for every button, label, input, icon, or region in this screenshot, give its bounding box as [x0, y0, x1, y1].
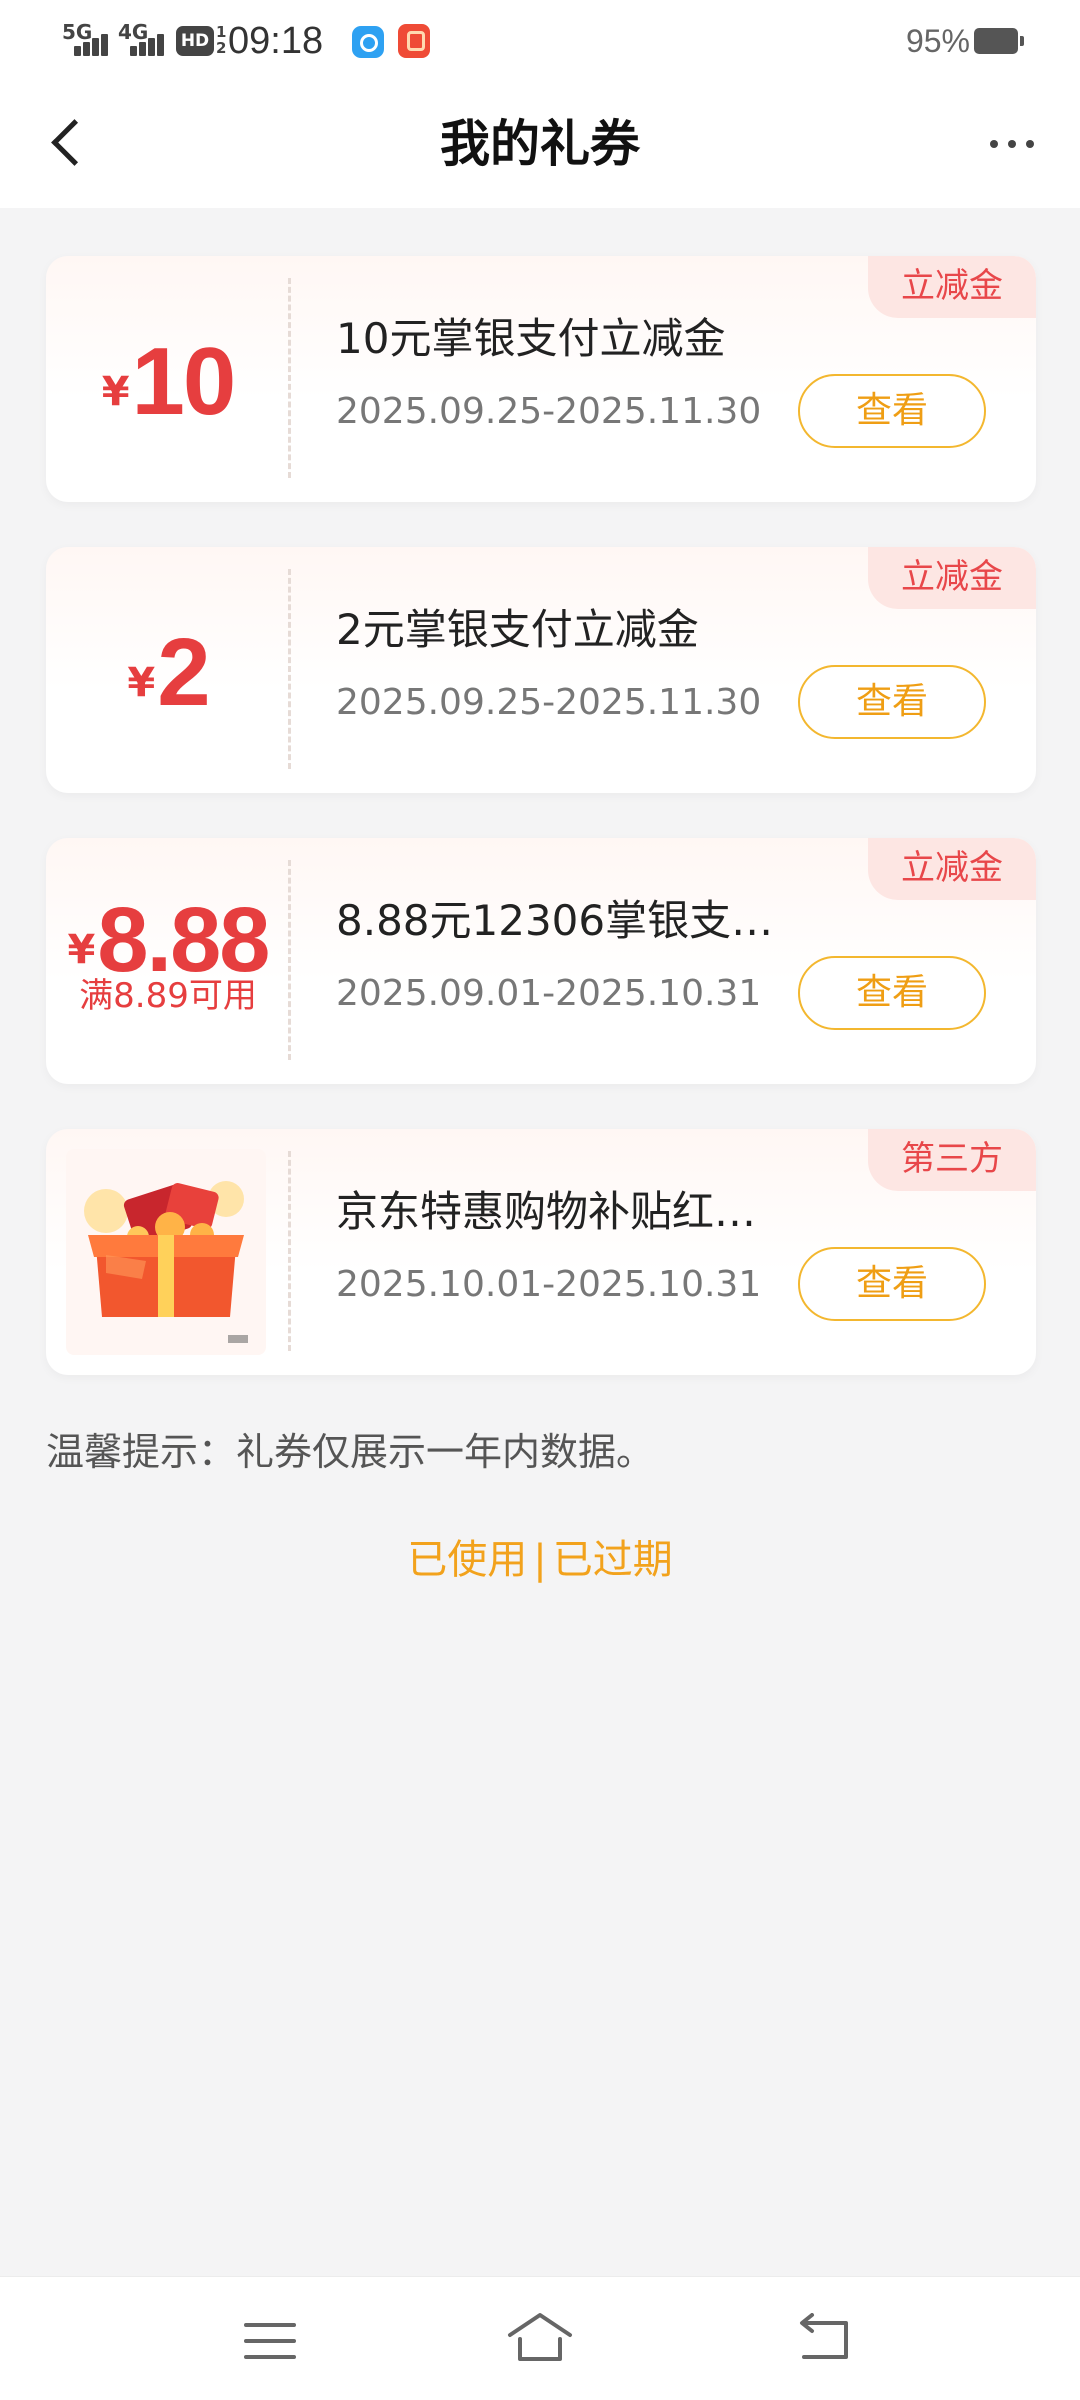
- coupon-type-tag: 立减金: [868, 547, 1036, 609]
- top-area: 5G 4G HD 1 2 09:18 95% 我的礼券: [0, 0, 1080, 208]
- home-icon[interactable]: [500, 2307, 580, 2371]
- gift-box-icon: [84, 1181, 248, 1343]
- status-bar: 5G 4G HD 1 2 09:18 95%: [0, 0, 1080, 84]
- signal-bars-icon: [60, 26, 110, 56]
- dashed-divider: [288, 569, 291, 769]
- system-nav-bar: [0, 2276, 1080, 2400]
- coupon-amount: ¥10: [46, 332, 290, 459]
- view-button[interactable]: 查看: [798, 956, 986, 1030]
- dashed-divider: [288, 278, 291, 478]
- coupon-amount: ¥2: [46, 623, 290, 750]
- coupon-name: 8.88元12306掌银支…: [336, 896, 774, 945]
- back-nav-icon[interactable]: [794, 2313, 854, 2363]
- coupon-card[interactable]: ¥2 2元掌银支付立减金 2025.09.25-2025.11.30 查看 立减…: [46, 547, 1036, 793]
- history-links: 已使用 | 已过期: [0, 1532, 1080, 1588]
- signal-bars-icon: [118, 26, 168, 56]
- coupon-type-tag: 立减金: [868, 838, 1036, 900]
- coupon-type-tag: 立减金: [868, 256, 1036, 318]
- recent-apps-icon[interactable]: [244, 2319, 300, 2363]
- view-button[interactable]: 查看: [798, 374, 986, 448]
- coupon-card[interactable]: 京东特惠购物补贴红… 2025.10.01-2025.10.31 查看 第三方: [46, 1129, 1036, 1375]
- hd-sub-2: 2: [216, 39, 227, 57]
- hd-voice-icon: HD: [176, 26, 214, 56]
- hd-sub-1: 1: [216, 23, 227, 41]
- coupon-name: 2元掌银支付立减金: [336, 605, 699, 654]
- view-button[interactable]: 查看: [798, 665, 986, 739]
- coupon-amount-box: ¥2: [46, 547, 290, 793]
- page-title: 我的礼券: [440, 115, 640, 173]
- coupon-validity: 2025.10.01-2025.10.31: [336, 1264, 762, 1305]
- coupon-name: 京东特惠购物补贴红…: [336, 1187, 757, 1236]
- coupon-condition: 满8.89可用: [79, 976, 257, 1016]
- amount-value: 2: [157, 619, 210, 726]
- dashed-divider: [288, 1151, 291, 1351]
- more-icon[interactable]: [980, 124, 1044, 164]
- currency-symbol: ¥: [127, 660, 156, 706]
- currency-symbol: ¥: [101, 369, 130, 415]
- battery-percent: 95%: [905, 23, 970, 59]
- amount-value: 10: [131, 328, 237, 435]
- coupon-amount-box: ¥10: [46, 256, 290, 502]
- view-button[interactable]: 查看: [798, 1247, 986, 1321]
- coupon-name: 10元掌银支付立减金: [336, 314, 726, 363]
- notification-app-icon: [398, 24, 430, 58]
- used-link[interactable]: 已使用: [407, 1532, 527, 1588]
- link-separator: |: [533, 1537, 547, 1583]
- coupon-card[interactable]: ¥10 10元掌银支付立减金 2025.09.25-2025.11.30 查看 …: [46, 256, 1036, 502]
- coupon-amount-box: ¥8.88 满8.89可用: [46, 838, 290, 1084]
- coupon-validity: 2025.09.25-2025.11.30: [336, 391, 762, 432]
- gift-box-image: [66, 1149, 266, 1355]
- dashed-divider: [288, 860, 291, 1060]
- coupon-validity: 2025.09.25-2025.11.30: [336, 682, 762, 723]
- currency-symbol: ¥: [67, 927, 96, 973]
- battery-icon: [974, 28, 1024, 54]
- coupon-type-tag: 第三方: [868, 1129, 1036, 1191]
- notification-app-icon: [352, 26, 384, 58]
- tip-text: 温馨提示：礼券仅展示一年内数据。: [46, 1430, 655, 1474]
- coupon-validity: 2025.09.01-2025.10.31: [336, 973, 762, 1014]
- expired-link[interactable]: 已过期: [553, 1532, 673, 1588]
- nav-bar: 我的礼券: [0, 84, 1080, 208]
- coupon-card[interactable]: ¥8.88 满8.89可用 8.88元12306掌银支… 2025.09.01-…: [46, 838, 1036, 1084]
- status-time: 09:18: [228, 20, 324, 62]
